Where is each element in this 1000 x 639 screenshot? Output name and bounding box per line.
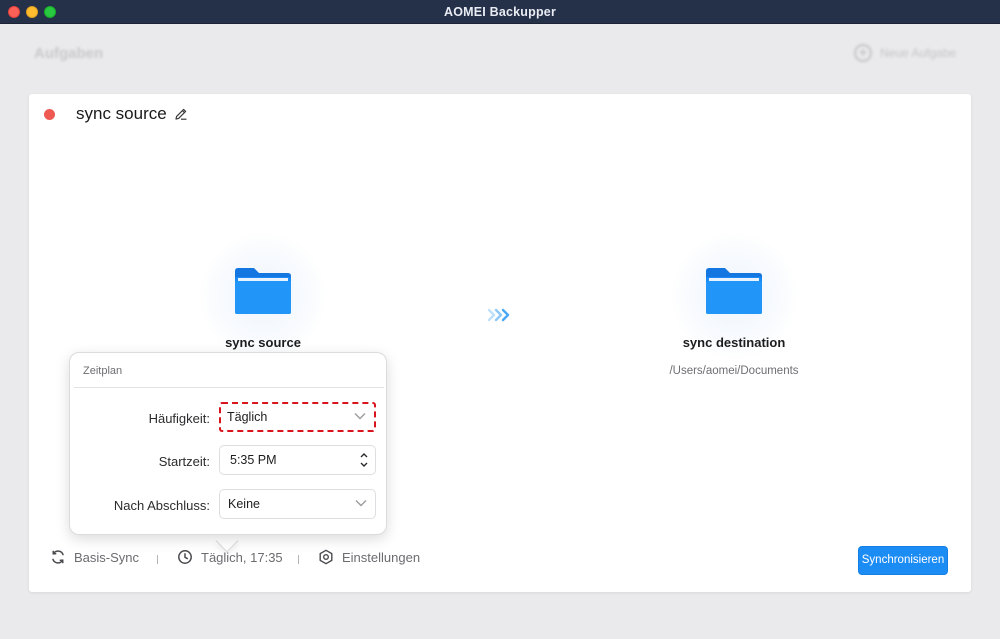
destination-path: /Users/aomei/Documents (669, 365, 799, 377)
settings-option[interactable]: Einstellungen (318, 549, 420, 565)
window-title: AOMEI Backupper (443, 5, 557, 19)
schedule-label: Täglich, 17:35 (201, 549, 283, 565)
settings-label: Einstellungen (342, 549, 421, 565)
start-time-field[interactable]: 5:35 PM (219, 445, 376, 475)
new-task-label: Neue Aufgabe (880, 46, 957, 60)
window-titlebar: AOMEI Backupper (0, 0, 1000, 24)
gear-icon (319, 549, 333, 565)
sync-mode-label: Basis-Sync (74, 549, 140, 565)
start-time-value: 5:35 PM (230, 453, 277, 467)
sync-icon (52, 550, 64, 564)
start-time-label: Startzeit: (158, 454, 210, 469)
schedule-option[interactable]: Täglich, 17:35 (177, 549, 283, 565)
popover-divider (74, 387, 384, 388)
source-folder-icon[interactable] (234, 267, 292, 315)
source-title: sync source (225, 335, 301, 350)
after-completion-label: Nach Abschluss: (113, 498, 210, 513)
task-name: sync source (76, 104, 167, 123)
frequency-select[interactable]: Täglich (219, 402, 376, 432)
frequency-value: Täglich (227, 410, 268, 424)
sync-mode-option[interactable]: Basis-Sync (50, 549, 139, 565)
after-completion-value: Keine (228, 497, 260, 511)
new-task-button[interactable]: + Neue Aufgabe (854, 44, 956, 62)
chevron-down-icon (355, 500, 367, 507)
plus-icon: + (854, 44, 872, 62)
page-title: Aufgaben (34, 45, 104, 62)
synchronize-button[interactable]: Synchronisieren (858, 546, 948, 575)
footer-divider (298, 555, 299, 564)
pencil-icon[interactable] (174, 107, 188, 121)
footer-divider (157, 555, 158, 564)
popover-title: Zeitplan (83, 365, 123, 377)
stepper-icon[interactable] (359, 450, 369, 470)
destination-folder-icon[interactable] (705, 267, 763, 315)
status-dot (44, 109, 55, 120)
clock-icon (178, 550, 192, 564)
chevron-down-icon (354, 413, 366, 420)
triple-chevron-right-icon (487, 308, 510, 322)
after-completion-select[interactable]: Keine (219, 489, 376, 519)
schedule-popover: Zeitplan Häufigkeit: Täglich Startzeit: … (69, 352, 387, 535)
destination-title: sync destination (682, 335, 786, 350)
frequency-label: Häufigkeit: (148, 411, 210, 426)
